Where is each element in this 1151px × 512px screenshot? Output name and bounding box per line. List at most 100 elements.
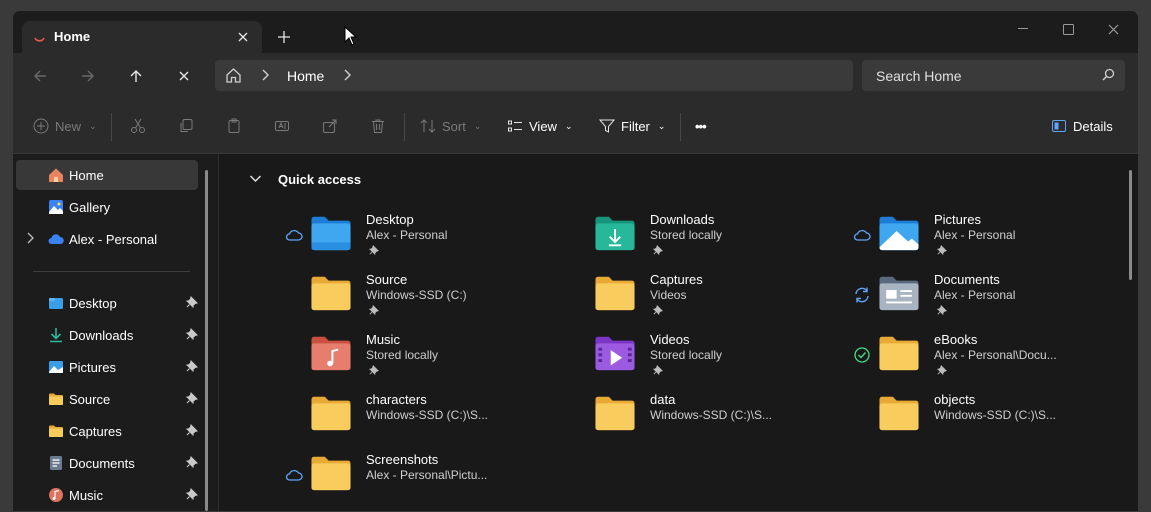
quick-access-item[interactable]: Screenshots Alex - Personal\Pictu...: [285, 448, 569, 504]
sidebar-item-label: Source: [69, 392, 111, 407]
stop-button[interactable]: [169, 61, 199, 91]
trash-icon: [372, 119, 384, 133]
sidebar-item-source[interactable]: Source: [16, 384, 198, 414]
copy-button[interactable]: [178, 111, 194, 141]
downloads-folder-icon: [595, 216, 635, 251]
quick-access-item[interactable]: Pictures Alex - Personal: [853, 208, 1137, 264]
sort-button[interactable]: Sort ⌄: [420, 111, 481, 141]
sidebar-item-documents[interactable]: Documents: [16, 448, 198, 478]
quick-access-item[interactable]: Videos Stored locally: [593, 328, 853, 384]
pin-icon[interactable]: [186, 456, 198, 468]
back-button[interactable]: [25, 61, 55, 91]
quick-access-item[interactable]: Captures Videos: [593, 268, 853, 324]
folder-folder-icon: [311, 276, 351, 311]
item-location: Windows-SSD (C:): [366, 288, 467, 302]
sidebar-item-pictures[interactable]: Pictures: [16, 352, 198, 382]
sidebar-item-home[interactable]: Home: [16, 160, 198, 190]
section-title-quick-access[interactable]: Quick access: [278, 172, 361, 187]
address-bar[interactable]: Home: [215, 60, 853, 91]
pin-icon: [937, 245, 947, 255]
divider: [404, 113, 405, 141]
tab-close-button[interactable]: [232, 26, 254, 48]
item-name: Captures: [650, 272, 703, 287]
view-button[interactable]: View ⌄: [507, 111, 573, 141]
sidebar-scrollbar[interactable]: [205, 170, 208, 511]
new-label: New: [55, 118, 82, 134]
close-icon: [238, 32, 248, 42]
item-name: Documents: [934, 272, 1000, 287]
close-window-button[interactable]: [1090, 15, 1136, 43]
quick-access-item[interactable]: Music Stored locally: [309, 328, 569, 384]
pin-icon[interactable]: [186, 424, 198, 436]
details-button[interactable]: Details: [1051, 111, 1113, 141]
copy-icon: [180, 119, 193, 132]
divider: [680, 113, 681, 141]
sidebar-item-captures[interactable]: Captures: [16, 416, 198, 446]
item-name: Source: [366, 272, 408, 287]
maximize-button[interactable]: [1045, 15, 1091, 43]
cut-button[interactable]: [130, 111, 146, 141]
quick-access-item[interactable]: objects Windows-SSD (C:)\S...: [877, 388, 1137, 444]
sync-status-icon: [855, 287, 869, 303]
pin-icon[interactable]: [186, 296, 198, 308]
sidebar-item-label: Music: [69, 488, 103, 503]
share-icon: [323, 119, 337, 133]
item-name: eBooks: [934, 332, 978, 347]
scissors-icon: [131, 118, 145, 133]
sidebar-item-desktop[interactable]: Desktop: [16, 288, 198, 318]
tab-home[interactable]: Home: [22, 21, 262, 53]
item-location: Stored locally: [650, 228, 723, 242]
quick-access-item[interactable]: Documents Alex - Personal: [855, 268, 1137, 324]
view-label: View: [529, 118, 557, 134]
delete-button[interactable]: [370, 111, 386, 141]
sidebar-item-music[interactable]: Music: [16, 480, 198, 510]
item-name: objects: [934, 392, 976, 407]
sidebar-item-label: Documents: [69, 456, 135, 471]
command-bar: New ⌄ Sort ⌄ View ⌄ Filter ⌄ ••• Details: [13, 99, 1138, 154]
pin-icon[interactable]: [186, 488, 198, 500]
new-tab-button[interactable]: [273, 26, 295, 48]
cloud-status-icon: [285, 469, 303, 481]
chevron-right-icon[interactable]: [343, 69, 351, 81]
search-input[interactable]: Search Home: [862, 60, 1125, 91]
sidebar-item-label: Gallery: [69, 200, 111, 215]
rename-button[interactable]: [274, 111, 290, 141]
arrow-right-icon: [82, 70, 94, 82]
sidebar-item-label: Captures: [69, 424, 122, 439]
pin-icon[interactable]: [186, 360, 198, 372]
chevron-down-icon[interactable]: [249, 172, 262, 185]
breadcrumb-home[interactable]: Home: [287, 68, 324, 84]
paste-button[interactable]: [226, 111, 242, 141]
sort-icon: [420, 119, 436, 133]
loading-spinner-icon: [34, 37, 45, 42]
pin-icon[interactable]: [186, 392, 198, 404]
quick-access-item[interactable]: Desktop Alex - Personal: [285, 208, 569, 264]
forward-button[interactable]: [73, 61, 103, 91]
quick-access-item[interactable]: Source Windows-SSD (C:): [309, 268, 569, 324]
folder-folder-icon: [879, 396, 919, 431]
chevron-right-icon[interactable]: [26, 232, 34, 244]
maximize-icon: [1062, 23, 1074, 35]
new-button[interactable]: New ⌄: [33, 111, 97, 141]
cloud-status-icon: [853, 229, 871, 241]
folder-folder-icon: [595, 396, 635, 431]
sidebar-item-onedrive[interactable]: Alex - Personal: [16, 224, 198, 254]
sidebar-item-gallery[interactable]: Gallery: [16, 192, 198, 222]
up-button[interactable]: [121, 61, 151, 91]
content-pane: Quick access Desktop Alex - Personal Downl…: [218, 154, 1138, 511]
quick-access-item[interactable]: characters Windows-SSD (C:)\S...: [309, 388, 569, 444]
filter-icon: [599, 119, 615, 133]
share-button[interactable]: [322, 111, 338, 141]
minimize-button[interactable]: [1000, 15, 1046, 43]
filter-button[interactable]: Filter ⌄: [599, 111, 665, 141]
quick-access-item[interactable]: Downloads Stored locally: [593, 208, 853, 264]
quick-access-item[interactable]: eBooks Alex - Personal\Docu...: [854, 328, 1137, 384]
pin-icon[interactable]: [186, 328, 198, 340]
more-options-button[interactable]: •••: [695, 111, 707, 141]
content-scrollbar[interactable]: [1129, 170, 1132, 280]
details-pane-icon: [1052, 120, 1066, 132]
sidebar-item-downloads[interactable]: Downloads: [16, 320, 198, 350]
item-location: Alex - Personal: [366, 228, 448, 242]
documents-folder-icon: [879, 276, 919, 311]
quick-access-item[interactable]: data Windows-SSD (C:)\S...: [593, 388, 853, 444]
